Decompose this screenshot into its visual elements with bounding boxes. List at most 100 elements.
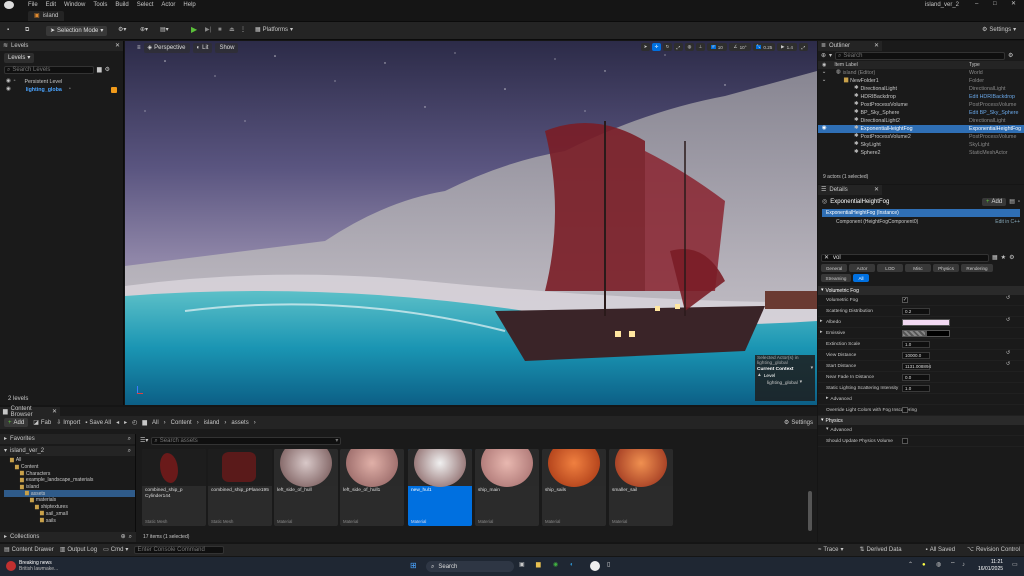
outliner-row[interactable]: ✱ SkyLight SkyLight <box>818 141 1024 149</box>
blueprint-icon[interactable]: ▤ <box>1009 199 1015 205</box>
close-icon[interactable]: ✕ <box>115 43 120 49</box>
tray-chevron-icon[interactable]: ⌃ <box>908 562 913 568</box>
revision-control-button[interactable]: ⌥ Revision Control <box>967 547 1020 553</box>
folder-tree-item[interactable]: ▆ All <box>4 457 135 464</box>
filter-tab-general[interactable]: General <box>821 264 847 272</box>
lock-icon[interactable]: ▫ <box>1018 199 1020 205</box>
clock[interactable]: 11:21 16/01/2025 <box>978 559 1003 573</box>
filter-tab-lod[interactable]: LOD <box>877 264 903 272</box>
outliner-row[interactable]: ⌄ ◍ island (Editor) World <box>818 69 1024 77</box>
epic-launcher-icon[interactable]: ▯ <box>607 562 610 568</box>
filter-tab-rendering[interactable]: Rendering <box>961 264 993 272</box>
show-button[interactable]: Show <box>215 43 239 53</box>
news-widget[interactable]: Breaking news British lawmake... <box>6 560 58 572</box>
folder-tree-item[interactable]: ▆ island <box>4 484 135 491</box>
chrome-icon[interactable]: ◉ <box>553 562 558 568</box>
extinction-value[interactable]: 1.0 <box>902 341 930 348</box>
lit-button[interactable]: ◐ Lit <box>192 43 213 53</box>
checkbox[interactable] <box>902 438 908 444</box>
menu-tools[interactable]: Tools <box>93 2 107 8</box>
windows-start-icon[interactable]: ⊞ <box>410 562 417 570</box>
scattering-value[interactable]: 0.2 <box>902 308 930 315</box>
content-icon[interactable]: ⧉ <box>25 27 29 33</box>
output-log-button[interactable]: ▥ Output Log <box>60 547 97 553</box>
emissive-color-swatch-black[interactable] <box>926 330 950 337</box>
level-row[interactable]: ◉ lighting_globa ▫ <box>0 86 123 94</box>
expand-icon[interactable]: ⌄ <box>820 78 828 84</box>
fab-button[interactable]: ◪ Fab <box>33 420 51 426</box>
menu-window[interactable]: Window <box>64 2 85 8</box>
albedo-color-swatch[interactable] <box>902 319 950 326</box>
checkbox[interactable]: ✓ <box>902 297 908 303</box>
maximize-viewport-icon[interactable]: ⤢ <box>799 43 808 51</box>
folder-tree-item[interactable]: ▆ example_landscape_materials <box>4 477 135 484</box>
eye-icon[interactable]: ◉ <box>6 87 11 93</box>
asset-tile[interactable]: combined_ship_pPlane195 Static Mesh <box>208 449 272 526</box>
advanced-row[interactable]: ▸ Advanced <box>818 394 1024 405</box>
notification-icon[interactable]: ▭ <box>1012 562 1018 568</box>
folder-tree-item[interactable]: ▆ sails <box>4 517 135 524</box>
rotation-snap[interactable]: ∠ 10° <box>729 43 751 51</box>
edit-cpp-link[interactable]: Edit in C++ <box>995 219 1020 225</box>
menu-help[interactable]: Help <box>183 2 195 8</box>
outliner-row[interactable]: ✱ PostProcessVolume2 PostProcessVolume <box>818 133 1024 141</box>
asset-tile-selected[interactable]: new_hul1 Material <box>408 449 472 526</box>
step-icon[interactable]: ▶| <box>205 27 211 33</box>
project-section[interactable]: ▾ island_ver_2 ⌕ <box>0 446 135 456</box>
outliner-tab[interactable]: ≣ Outliner ✕ <box>818 41 882 51</box>
outliner-row[interactable]: ⌄ ▆ NewFolder1 Folder <box>818 77 1024 85</box>
play-icon[interactable]: ▶ <box>191 26 197 34</box>
gear-icon[interactable]: ⚙ <box>1008 53 1013 59</box>
file-explorer-icon[interactable]: ▆ <box>536 562 541 568</box>
snap-surface-icon[interactable]: ⊥ <box>696 43 705 51</box>
lock-icon[interactable]: ▫ <box>69 87 71 93</box>
reset-icon[interactable]: ↺ <box>1006 351 1010 357</box>
filter-tab-all[interactable]: All <box>853 274 869 282</box>
details-search-input[interactable]: ✕ vol <box>821 254 989 262</box>
physics-section[interactable]: ▾ Physics <box>818 416 1024 425</box>
reset-icon[interactable]: ↺ <box>1006 362 1010 368</box>
import-button[interactable]: ⇩ Import <box>56 420 80 426</box>
filter-icon[interactable]: ▾ <box>829 53 832 59</box>
menu-edit[interactable]: Edit <box>46 2 56 8</box>
tray-app-icon[interactable]: ◍ <box>936 562 941 568</box>
menu-file[interactable]: File <box>28 2 38 8</box>
add-component-button[interactable]: + Add <box>981 198 1007 206</box>
select-tool-icon[interactable]: ➤ <box>641 43 650 51</box>
asset-search-input[interactable]: ⌕ Search assets ▾ <box>151 437 342 445</box>
all-saved-button[interactable]: ▪ All Saved <box>926 547 956 553</box>
eject-icon[interactable]: ⏏ <box>229 27 235 33</box>
reset-icon[interactable]: ↺ <box>1006 318 1010 324</box>
blueprint-icon[interactable]: ⚙▾ <box>118 27 126 33</box>
close-icon[interactable]: ✕ <box>874 43 879 49</box>
add-icon[interactable]: ⊕ <box>121 534 126 540</box>
trace-button[interactable]: ≈ Trace ▾ <box>818 547 843 553</box>
cmd-dropdown[interactable]: ▭ Cmd ▾ <box>103 547 128 553</box>
platforms-button[interactable]: ▦ Platforms ▾ <box>255 27 293 33</box>
history-icon[interactable]: ◴ <box>132 420 137 426</box>
cinematics-icon[interactable]: ▤▾ <box>160 27 169 33</box>
rotate-tool-icon[interactable]: ↻ <box>663 43 672 51</box>
lock-icon[interactable]: ▫ <box>14 79 16 85</box>
static-lighting-value[interactable]: 1.0 <box>902 385 930 392</box>
grid-snap[interactable]: # 10 <box>707 43 727 51</box>
chevron-right-icon[interactable]: ▸ <box>820 330 822 336</box>
star-icon[interactable]: ★ <box>1001 255 1006 261</box>
outliner-row-type[interactable]: Edit HDRIBackdrop <box>969 94 1015 100</box>
scale-tool-icon[interactable]: ⤢ <box>674 43 683 51</box>
tray-app-icon[interactable]: ● <box>922 562 926 568</box>
asset-tile[interactable]: combined_ship_p Cylinder144 Static Mesh <box>142 449 206 526</box>
outliner-row[interactable]: ✱ PostProcessVolume PostProcessVolume <box>818 101 1024 109</box>
search-icon[interactable]: ⌕ <box>129 534 132 540</box>
assets-scrollbar[interactable] <box>808 491 812 531</box>
filter-tab-physics[interactable]: Physics <box>933 264 959 272</box>
outliner-row[interactable]: ✱ HDRIBackdrop Edit HDRIBackdrop <box>818 93 1024 101</box>
outliner-row-type[interactable]: Edit BP_Sky_Sphere <box>969 110 1018 116</box>
folder-tree-item[interactable]: ▆ shiptextures <box>4 504 135 511</box>
stop-icon[interactable]: ■ <box>218 27 222 33</box>
content-browser-tab[interactable]: ▆ Content Browser ✕ <box>0 406 60 418</box>
wifi-icon[interactable]: ⌔ <box>950 562 956 568</box>
grid-view-icon[interactable]: ▦ <box>992 255 998 261</box>
more-options-icon[interactable]: ⋮ <box>240 27 246 33</box>
chevron-right-icon[interactable]: ▸ <box>820 319 822 325</box>
